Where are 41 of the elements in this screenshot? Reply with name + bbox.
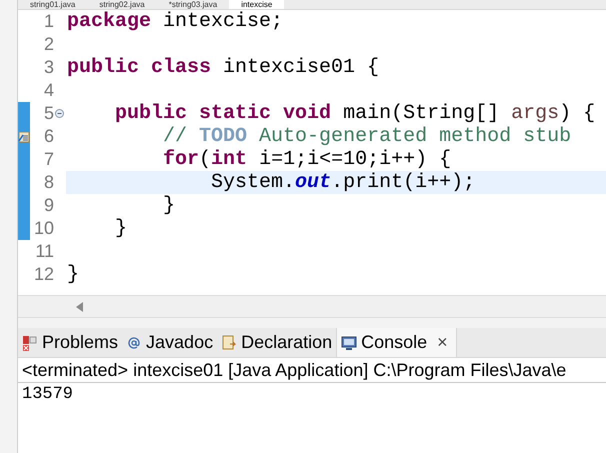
line-number: 5 [42,102,54,125]
code-line: // TODO Auto-generated method stub [162,125,572,148]
collapse-icon[interactable] [55,109,64,118]
line-number: 11 [34,240,54,263]
view-tab[interactable]: Problems [18,328,122,357]
at-sign-icon [126,334,142,350]
tab-label: Javadoc [146,331,214,354]
line-number: 6 [42,125,54,148]
view-tab[interactable]: Console × [336,328,457,357]
view-tab[interactable]: Declaration [217,328,336,357]
console-output: 13579 [21,384,74,406]
editor-tab[interactable]: string01.java [18,0,88,9]
console-header: <terminated> intexcise01 [Java Application] C:\Program Files\Java\e [18,358,606,383]
line-number: 3 [42,56,54,79]
code-line: package intexcise; [66,10,284,33]
line-number: 2 [42,33,54,56]
line-number: 9 [42,194,54,217]
editor-tab[interactable]: *string03.java [156,0,230,9]
scroll-left-icon[interactable] [76,302,84,312]
line-number: 7 [42,148,54,171]
document-arrow-icon [221,334,238,350]
tab-label: Problems [42,331,118,354]
line-number: 8 [42,171,54,194]
monitor-icon [341,334,358,350]
code-line: } [114,217,128,240]
code-line: } [162,194,176,217]
tab-label: Declaration [241,331,332,354]
editor-tab[interactable]: string02.java [87,0,157,9]
code-line: public static void main(String[] args) { [114,102,596,125]
line-number: 4 [42,79,54,102]
view-tab[interactable]: Javadoc [122,328,218,357]
code-line: } [66,263,80,286]
code-line: for(int i=1;i<=10;i++) { [162,148,452,171]
line-number: 1 [42,10,54,33]
editor-tab[interactable]: intexcise [229,0,284,9]
tab-label: Console [361,331,428,354]
line-number: 10 [32,217,54,240]
close-button[interactable]: × [437,329,448,356]
code-line: public class intexcise01 { [66,56,380,79]
warning-list-icon [22,334,38,350]
line-number: 12 [32,263,54,286]
